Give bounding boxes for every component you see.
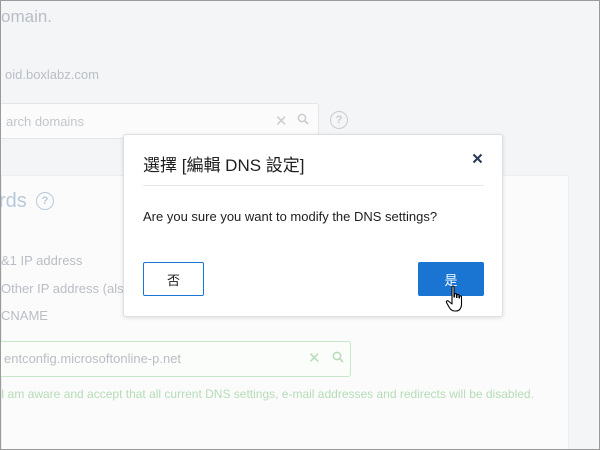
app-window: omain. oid.boxlabz.com arch domains ✕ ? … [0, 0, 600, 450]
option-other-ip[interactable]: Other IP address (also [1, 281, 131, 296]
dialog-divider [143, 185, 484, 186]
option-cname[interactable]: CNAME [1, 308, 48, 323]
no-button-label: 否 [166, 272, 180, 288]
records-heading: rds [0, 190, 27, 212]
option-ip-address[interactable]: &1 IP address [1, 253, 82, 268]
hand-pointer-icon [445, 285, 467, 313]
page-title: omain. [1, 7, 53, 26]
search-icon[interactable] [332, 351, 344, 366]
search-icon[interactable] [297, 113, 309, 128]
dialog-title: 選擇 [編輯 DNS 設定] [143, 156, 305, 175]
cname-input[interactable]: entconfig.microsoftonline-p.net ✕ [1, 341, 351, 377]
close-icon[interactable] [470, 153, 484, 167]
cname-value: entconfig.microsoftonline-p.net [4, 351, 182, 366]
domain-name: oid.boxlabz.com [5, 67, 99, 82]
disable-warning-text: I am aware and accept that all current D… [1, 387, 534, 401]
help-icon[interactable]: ? [36, 192, 54, 210]
dialog-message: Are you sure you want to modify the DNS … [143, 209, 438, 224]
clear-icon[interactable]: ✕ [275, 112, 288, 130]
clear-icon[interactable]: ✕ [308, 349, 321, 367]
help-icon[interactable]: ? [330, 111, 348, 129]
no-button[interactable]: 否 [143, 262, 204, 296]
search-placeholder: arch domains [6, 114, 85, 129]
